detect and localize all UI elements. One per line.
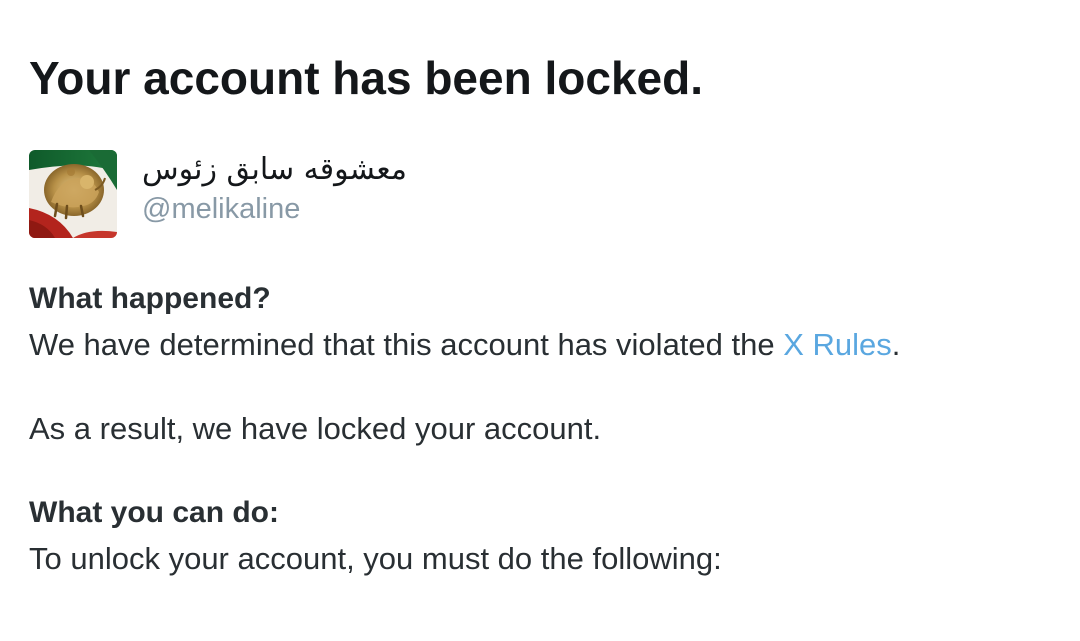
what-you-can-do-heading: What you can do: [29,496,279,529]
page-title: Your account has been locked. [29,52,703,104]
unlock-instructions: To unlock your account, you must do the … [29,541,722,576]
avatar [29,150,117,238]
flag-lion-sun-avatar-image [29,150,117,238]
account-card: معشوقه سابق زئوس @melikaline [29,150,629,240]
x-rules-link[interactable]: X Rules [783,327,892,362]
account-display-name: معشوقه سابق زئوس [142,152,407,187]
result-text: As a result, we have locked your account… [29,411,602,446]
account-handle: @melikaline [142,193,301,225]
violation-text-end: . [891,327,901,362]
violation-explanation: We have determined that this account has… [29,324,900,366]
what-happened-heading: What happened? [29,282,271,315]
violation-text: We have determined that this account has… [29,327,784,362]
